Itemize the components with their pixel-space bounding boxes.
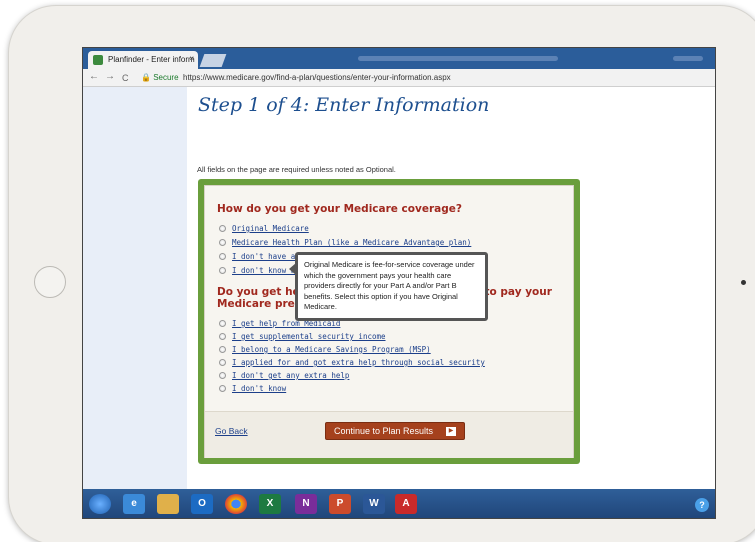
page-title: Step 1 of 4: Enter Information — [198, 94, 490, 116]
question1-heading: How do you get your Medicare coverage? — [217, 203, 462, 215]
radio-original-medicare[interactable]: Original Medicare — [219, 223, 309, 234]
excel-icon[interactable]: X — [259, 494, 281, 514]
radio-extra-help-ss[interactable]: I applied for and got extra help through… — [219, 357, 485, 368]
acrobat-icon[interactable]: A — [395, 494, 417, 514]
new-tab-button[interactable] — [199, 54, 227, 67]
secure-label: Secure — [153, 73, 179, 82]
secure-badge: 🔒 Secure — [141, 73, 179, 82]
radio-button[interactable] — [219, 346, 226, 353]
chrome-icon[interactable] — [225, 494, 247, 514]
windows-taskbar: e O X N P W A ? — [83, 489, 715, 518]
continue-button[interactable]: Continue to Plan Results ▶ — [325, 422, 465, 440]
radio-ssi[interactable]: I get supplemental security income — [219, 331, 386, 342]
radio-msp[interactable]: I belong to a Medicare Savings Program (… — [219, 344, 431, 355]
tooltip-arrow — [289, 263, 296, 275]
required-note: All fields on the page are required unle… — [197, 165, 396, 174]
url-field[interactable]: https://www.medicare.gov/find-a-plan/que… — [183, 73, 451, 82]
option-label[interactable]: I get supplemental security income — [232, 332, 386, 341]
screen: Planfinder - Enter inform × ← → C 🔒 Secu… — [82, 47, 716, 519]
reload-icon[interactable]: C — [122, 73, 129, 83]
internet-explorer-icon[interactable]: e — [123, 494, 145, 514]
back-arrow-icon[interactable]: ← — [89, 71, 99, 82]
browser-tab[interactable]: Planfinder - Enter inform × — [88, 51, 198, 69]
tooltip-original-medicare: Original Medicare is fee-for-service cov… — [289, 252, 488, 321]
go-back-link[interactable]: Go Back — [215, 426, 248, 436]
outlook-icon[interactable]: O — [191, 494, 213, 514]
play-arrow-icon: ▶ — [446, 427, 456, 436]
option-label[interactable]: Medicare Health Plan (like a Medicare Ad… — [232, 238, 471, 247]
tooltip-text: Original Medicare is fee-for-service cov… — [304, 260, 475, 311]
tab-title: Planfinder - Enter inform — [108, 55, 195, 64]
option-label[interactable]: I don't know — [232, 384, 286, 393]
radio-button[interactable] — [219, 253, 226, 260]
option-label[interactable]: I applied for and got extra help through… — [232, 358, 485, 367]
radio-button[interactable] — [219, 385, 226, 392]
radio-medicare-health-plan[interactable]: Medicare Health Plan (like a Medicare Ad… — [219, 237, 471, 248]
option-label[interactable]: Original Medicare — [232, 224, 309, 233]
option-label[interactable]: I belong to a Medicare Savings Program (… — [232, 345, 431, 354]
camera-icon — [741, 280, 746, 285]
tab-close-icon[interactable]: × — [189, 54, 194, 63]
option-label[interactable]: I don't get any extra help — [232, 371, 349, 380]
browser-tab-bar: Planfinder - Enter inform × — [83, 48, 715, 69]
powerpoint-icon[interactable]: P — [329, 494, 351, 514]
help-icon[interactable]: ? — [695, 498, 709, 512]
medicare-favicon-icon — [93, 55, 103, 65]
form-panel: How do you get your Medicare coverage? O… — [204, 185, 574, 458]
address-bar: ← → C 🔒 Secure https://www.medicare.gov/… — [83, 69, 715, 87]
tablet-frame: Planfinder - Enter inform × ← → C 🔒 Secu… — [8, 5, 755, 542]
radio-button[interactable] — [219, 333, 226, 340]
radio-button[interactable] — [219, 372, 226, 379]
radio-button[interactable] — [219, 225, 226, 232]
onenote-icon[interactable]: N — [295, 494, 317, 514]
forward-arrow-icon[interactable]: → — [105, 71, 115, 82]
windows-start-icon[interactable] — [89, 494, 111, 514]
radio-button[interactable] — [219, 267, 226, 274]
word-icon[interactable]: W — [363, 494, 385, 514]
radio-button[interactable] — [219, 359, 226, 366]
radio-button[interactable] — [219, 239, 226, 246]
continue-label: Continue to Plan Results — [334, 426, 434, 436]
left-column — [83, 87, 187, 489]
file-explorer-icon[interactable] — [157, 494, 179, 514]
home-button[interactable] — [34, 266, 66, 298]
radio-dont-know-help[interactable]: I don't know — [219, 383, 286, 394]
window-title-blurred — [358, 56, 558, 61]
radio-no-extra-help[interactable]: I don't get any extra help — [219, 370, 349, 381]
window-user-blurred — [673, 56, 703, 61]
form-container: How do you get your Medicare coverage? O… — [198, 179, 580, 464]
radio-button[interactable] — [219, 320, 226, 327]
